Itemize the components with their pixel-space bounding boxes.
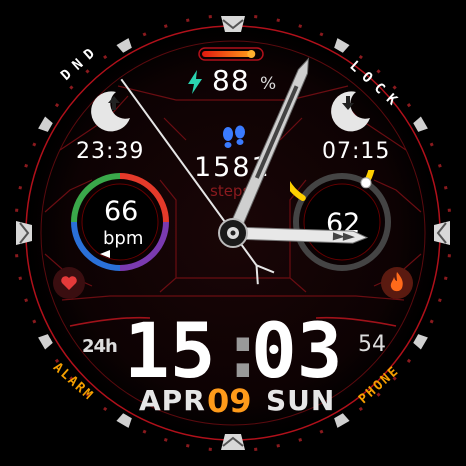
bezel-tick	[358, 54, 363, 60]
date-weekday: SUN	[266, 384, 336, 417]
bezel-tick	[18, 276, 23, 280]
bezel-tick	[85, 69, 90, 74]
bezel-tick	[437, 163, 442, 168]
bezel-tick	[406, 358, 412, 363]
bezel-tick	[392, 85, 397, 90]
bezel-tick	[254, 15, 258, 19]
date-day: 09	[207, 382, 252, 420]
alarm-time[interactable]: 23:39	[76, 139, 144, 164]
moon-down-icon[interactable]	[326, 86, 374, 134]
bezel-tick	[163, 24, 168, 29]
time-hours: 15	[124, 306, 216, 395]
bezel-tick	[254, 447, 258, 451]
bezel-tick	[443, 276, 448, 280]
bezel-tick	[142, 32, 147, 37]
bezel-tick	[437, 298, 442, 303]
bezel-tick	[15, 254, 19, 258]
bezel-tick	[443, 186, 448, 190]
bezel-tick	[319, 32, 324, 37]
bezel-tick	[24, 298, 29, 303]
bolt-icon	[188, 70, 202, 94]
steps-label: steps	[210, 182, 251, 200]
time-seconds: 54	[358, 332, 386, 357]
steps-value[interactable]: 1581	[194, 152, 271, 183]
bezel-tick	[186, 18, 190, 23]
heart-rate-value: 66	[104, 196, 139, 227]
bezel-tick	[38, 334, 53, 350]
bezel-tick	[32, 319, 37, 324]
battery-bar	[198, 47, 264, 61]
bezel-tick	[116, 413, 132, 428]
bezel-tick	[413, 116, 428, 132]
bezel-tick	[319, 429, 324, 434]
heart-rate-unit: bpm	[103, 228, 144, 249]
right-gauge-value: 62	[326, 208, 361, 239]
bezel-tick	[15, 208, 19, 212]
bezel-tick	[24, 163, 29, 168]
date-month: APR	[139, 384, 206, 417]
footsteps-icon	[223, 125, 245, 148]
flame-icon[interactable]	[380, 266, 414, 300]
bezel-tick	[429, 319, 434, 324]
bezel-tick	[103, 406, 108, 412]
bezel-tick	[298, 24, 303, 29]
bezel-tick	[54, 103, 60, 108]
heart-icon[interactable]	[52, 266, 86, 300]
bezel-tick	[208, 15, 212, 19]
battery-value: 88	[212, 64, 250, 97]
bezel-tick	[208, 447, 212, 451]
bezel-tick	[447, 254, 451, 258]
bezel-tick	[413, 334, 428, 350]
bezel-tick	[38, 116, 53, 132]
bezel-tick	[186, 443, 190, 448]
time-format: 24h	[82, 336, 118, 357]
bezel-tick	[18, 186, 23, 190]
bezel-tick	[16, 221, 32, 245]
bezel-tick	[276, 443, 280, 448]
moon-up-icon[interactable]	[86, 86, 134, 134]
bezel-tick	[116, 38, 132, 53]
bezel-tick	[221, 434, 245, 450]
bezel-tick	[358, 406, 363, 412]
time-minutes: 03	[251, 306, 343, 395]
battery-unit: %	[260, 74, 277, 94]
bezel-tick	[376, 69, 381, 74]
bezel-tick	[429, 142, 434, 147]
bezel-tick	[276, 18, 280, 23]
bezel-tick	[142, 429, 147, 434]
bezel-tick	[334, 38, 350, 53]
bezel-tick	[32, 142, 37, 147]
bezel-tick	[298, 437, 303, 442]
bezel-tick	[447, 208, 451, 212]
bezel-tick	[103, 54, 108, 60]
bezel-tick	[69, 85, 74, 90]
bezel-tick	[163, 437, 168, 442]
lock-time[interactable]: 07:15	[322, 139, 390, 164]
bezel-tick	[221, 16, 245, 32]
bezel-tick	[434, 221, 450, 245]
bezel-tick	[406, 103, 412, 108]
